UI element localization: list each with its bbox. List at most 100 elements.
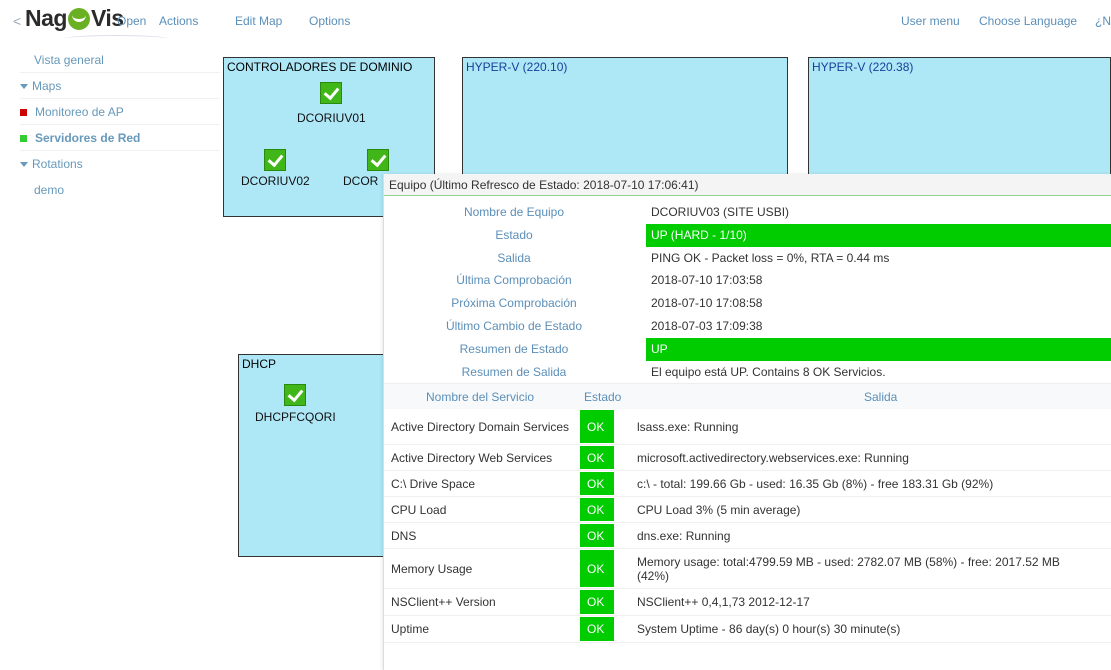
info-row-next-check: Próxima Comprobación 2018-07-10 17:08:58 — [384, 292, 1111, 315]
service-state-badge: OK — [580, 590, 614, 615]
services-table-header: Nombre del Servicio Estado Salida — [384, 383, 1111, 410]
service-row: DNS OK dns.exe: Running — [384, 523, 1111, 550]
service-row: Memory Usage OK Memory usage: total:4799… — [384, 549, 1111, 590]
logo-eye-icon — [67, 7, 90, 30]
column-header-state: Estado — [584, 390, 622, 405]
menu-edit-map[interactable]: Edit Map — [235, 14, 282, 28]
logo-underline — [64, 35, 168, 43]
menu-user[interactable]: User menu — [901, 14, 960, 28]
menu-actions[interactable]: Actions — [159, 14, 198, 28]
info-row-state: Estado UP (HARD - 1/10) — [384, 223, 1111, 247]
sidebar-section-rotations[interactable]: Rotations — [20, 151, 220, 177]
service-row: NSClient++ Version OK NSClient++ 0,4,1,7… — [384, 589, 1111, 617]
host-ok-icon[interactable] — [320, 82, 342, 104]
service-state-badge: OK — [580, 472, 614, 496]
state-badge: UP (HARD - 1/10) — [646, 223, 1111, 247]
info-label: Próxima Comprobación — [451, 296, 577, 311]
host-label: DHCPFCQORI — [255, 410, 336, 424]
chevron-down-icon — [20, 84, 28, 89]
sidebar: Vista general Maps Monitoreo de AP Servi… — [20, 47, 220, 203]
info-label: Nombre de Equipo — [463, 205, 565, 219]
service-name: Memory Usage — [391, 561, 473, 576]
sidebar-item-servidores-red[interactable]: Servidores de Red — [20, 125, 220, 151]
service-output: microsoft.activedirectory.webservices.ex… — [637, 450, 909, 465]
info-value: 2018-07-03 17:09:38 — [651, 318, 763, 333]
menu-open[interactable]: Open — [117, 14, 146, 28]
info-value: 2018-07-10 17:08:58 — [651, 296, 763, 311]
service-output: Memory usage: total:4799.59 MB - used: 2… — [637, 554, 1060, 583]
info-value: El equipo está UP. Contains 8 OK Servici… — [651, 364, 886, 379]
info-value: DCORIUV03 (SITE USBI) — [651, 205, 790, 219]
service-output: NSClient++ 0,4,1,73 2012-12-17 — [637, 595, 810, 610]
service-name: Active Directory Web Services — [391, 450, 553, 465]
service-name: Active Directory Domain Services — [391, 419, 570, 434]
status-square-icon — [20, 109, 27, 116]
map-box-title: DHCP — [242, 357, 277, 371]
info-row-host-name: Nombre de Equipo DCORIUV03 (SITE USBI) — [384, 201, 1111, 224]
map-box-title: HYPER-V (220.10) — [466, 60, 568, 74]
service-output: lsass.exe: Running — [637, 419, 739, 434]
host-label: DCOR — [343, 174, 379, 188]
info-label: Resumen de Estado — [459, 341, 569, 356]
service-name: NSClient++ Version — [391, 595, 496, 610]
service-state-badge: OK — [580, 550, 614, 588]
service-output: dns.exe: Running — [637, 528, 731, 543]
info-row-last-check: Última Comprobación 2018-07-10 17:03:58 — [384, 269, 1111, 292]
sidebar-item-label: Servidores de Red — [35, 131, 141, 145]
top-header: < Nag Vis Open Actions Edit Map Options U… — [0, 0, 1111, 44]
status-square-icon — [20, 135, 27, 142]
sidebar-item-label: Vista general — [34, 53, 104, 67]
sidebar-section-label: Maps — [32, 79, 62, 93]
nagvis-logo[interactable]: Nag Vis — [25, 5, 124, 32]
map-box-title: HYPER-V (220.38) — [812, 60, 914, 74]
service-row: Uptime OK System Uptime - 86 day(s) 0 ho… — [384, 616, 1111, 644]
map-box-dhcp[interactable]: DHCP — [238, 354, 398, 557]
column-header-service: Nombre del Servicio — [426, 390, 535, 405]
host-ok-icon[interactable] — [367, 149, 389, 171]
host-ok-icon[interactable] — [264, 149, 286, 171]
host-ok-icon[interactable] — [284, 384, 306, 406]
menu-help[interactable]: ¿N — [1095, 14, 1111, 28]
logo-text-nag: Nag — [25, 5, 67, 31]
info-value: 2018-07-10 17:03:58 — [651, 273, 763, 288]
service-name: CPU Load — [391, 502, 447, 517]
info-row-output: Salida PING OK - Packet loss = 0%, RTA =… — [384, 247, 1111, 270]
sidebar-section-maps[interactable]: Maps — [20, 73, 220, 99]
service-row: Active Directory Domain Services OK lsas… — [384, 409, 1111, 446]
service-state-badge: OK — [580, 617, 614, 642]
menu-options[interactable]: Options — [309, 14, 350, 28]
sidebar-item-label: demo — [34, 183, 65, 197]
info-label: Última Comprobación — [456, 273, 572, 288]
service-row: CPU Load OK CPU Load 3% (5 min average) — [384, 497, 1111, 524]
service-name: C:\ Drive Space — [391, 476, 476, 491]
info-value: PING OK - Packet loss = 0%, RTA = 0.44 m… — [651, 250, 890, 265]
service-row: C:\ Drive Space OK c:\ - total: 199.66 G… — [384, 471, 1111, 498]
service-state-badge: OK — [580, 446, 614, 470]
host-label: DCORIUV01 — [297, 111, 366, 125]
popup-header: Equipo (Último Refresco de Estado: 2018-… — [384, 174, 1111, 196]
sidebar-item-overview[interactable]: Vista general — [20, 47, 220, 73]
service-row: Active Directory Web Services OK microso… — [384, 445, 1111, 472]
service-output: System Uptime - 86 day(s) 0 hour(s) 30 m… — [637, 622, 901, 637]
info-row-summary-output: Resumen de Salida El equipo está UP. Con… — [384, 361, 1111, 384]
back-arrow-icon[interactable]: < — [13, 13, 21, 29]
service-output: c:\ - total: 199.66 Gb - used: 16.35 Gb … — [637, 476, 994, 491]
info-label: Último Cambio de Estado — [445, 318, 583, 333]
sidebar-item-demo[interactable]: demo — [20, 177, 220, 203]
sidebar-item-label: Monitoreo de AP — [35, 105, 124, 119]
service-state-badge: OK — [580, 410, 614, 444]
sidebar-item-monitoreo-ap[interactable]: Monitoreo de AP — [20, 99, 220, 125]
service-state-badge: OK — [580, 524, 614, 548]
chevron-down-icon — [20, 162, 28, 167]
service-state-badge: OK — [580, 498, 614, 522]
service-name: Uptime — [391, 622, 430, 637]
service-name: DNS — [391, 528, 417, 543]
info-row-summary-state: Resumen de Estado UP — [384, 337, 1111, 361]
info-label: Salida — [497, 250, 531, 265]
column-header-output: Salida — [864, 390, 898, 405]
menu-choose-language[interactable]: Choose Language — [979, 14, 1077, 28]
map-box-title: CONTROLADORES DE DOMINIO — [227, 60, 413, 74]
host-hover-popup: Equipo (Último Refresco de Estado: 2018-… — [383, 174, 1111, 670]
service-output: CPU Load 3% (5 min average) — [637, 502, 801, 517]
info-label: Estado — [495, 227, 533, 242]
